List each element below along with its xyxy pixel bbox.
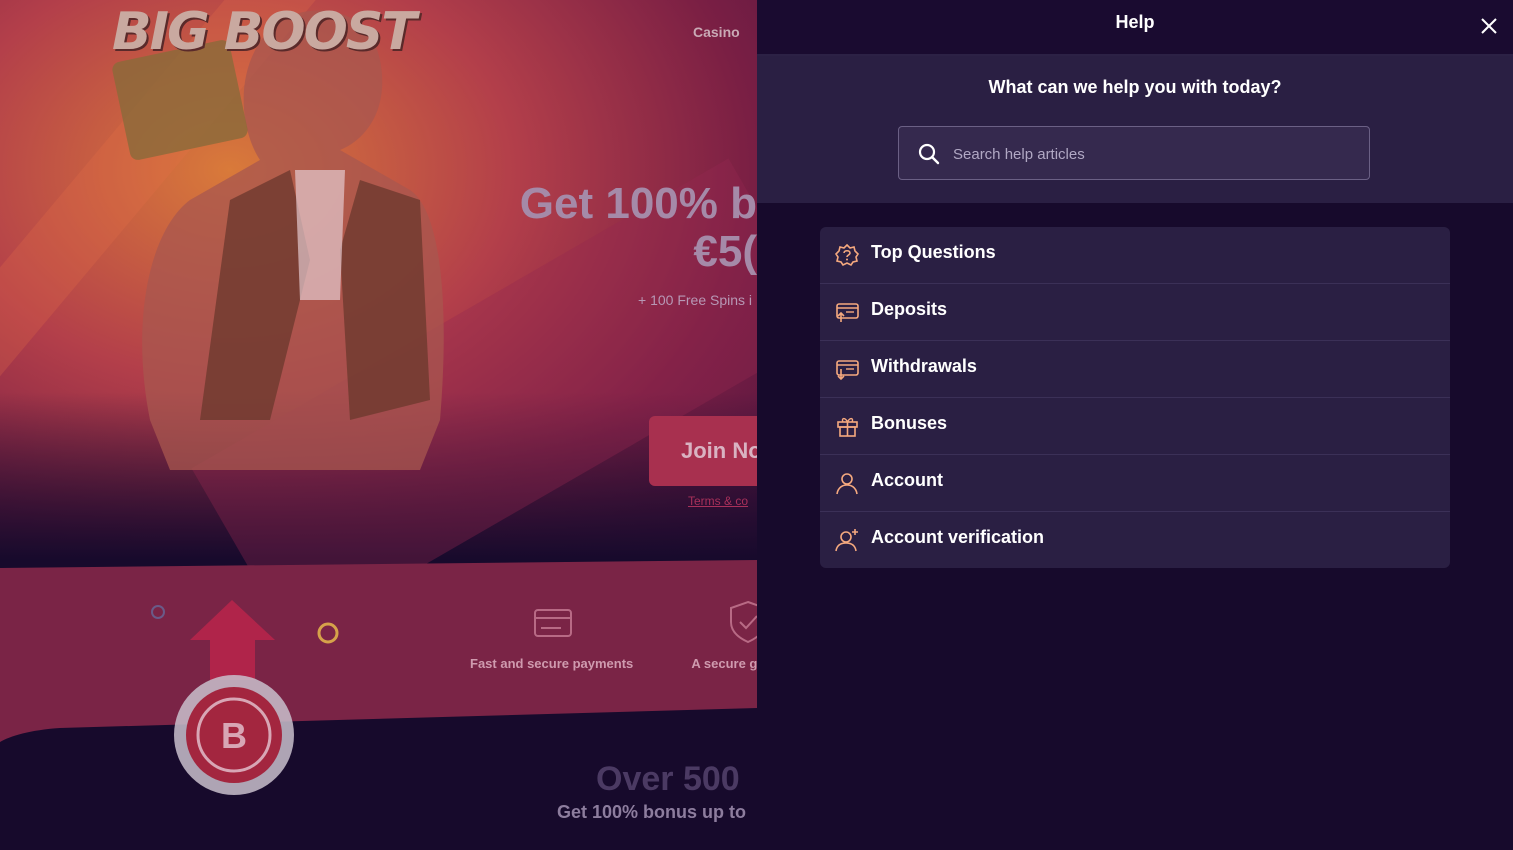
topic-label: Account — [871, 470, 943, 490]
hero-character-image — [112, 10, 444, 470]
help-search-section: What can we help you with today? — [757, 56, 1513, 203]
help-topics-list: Top Questions Deposits Withdrawals Bonus… — [820, 227, 1450, 568]
topic-label: Bonuses — [871, 413, 948, 433]
nav-casino-link[interactable]: Casino — [693, 24, 740, 40]
gift-icon — [837, 417, 858, 437]
help-title: Help — [1115, 12, 1155, 32]
bottom-subheading: Get 100% bonus up to — [557, 802, 747, 822]
topic-account-verification[interactable]: Account verification — [820, 512, 1450, 568]
brand-logo[interactable]: BIG BOOST — [112, 2, 417, 62]
topic-label: Top Questions — [871, 242, 996, 262]
bottom-heading: Over 500 — [596, 760, 740, 798]
close-icon[interactable] — [1479, 16, 1499, 36]
search-icon — [918, 143, 940, 165]
topic-bonuses[interactable]: Bonuses — [820, 398, 1450, 455]
svg-text:B: B — [221, 715, 247, 756]
topic-top-questions[interactable]: Top Questions — [820, 227, 1450, 284]
search-input[interactable] — [951, 127, 1355, 181]
search-heading: What can we help you with today? — [988, 77, 1282, 97]
join-now-button[interactable]: Join No — [649, 416, 757, 486]
terms-link[interactable]: Terms & co — [688, 494, 748, 508]
card-icon — [533, 609, 572, 637]
feature-secure: A secure ga — [683, 596, 757, 671]
feature-label: Fast and secure payments — [470, 656, 634, 671]
hero-title: Get 100% b €5( — [457, 180, 757, 276]
feature-payments: Fast and secure payments — [470, 596, 633, 671]
topic-account[interactable]: Account — [820, 455, 1450, 512]
topic-label: Deposits — [871, 299, 948, 319]
question-badge-icon — [834, 243, 860, 267]
background-page: BIG BOOST Casino Get 100% b €5( + 100 Fr… — [0, 0, 757, 850]
feature-label: A secure ga — [691, 656, 757, 671]
search-box[interactable] — [898, 126, 1370, 181]
hero-title-amount: €5( — [693, 227, 757, 276]
help-panel-header: Help — [757, 0, 1513, 56]
user-icon — [836, 473, 858, 495]
hero-subtitle: + 100 Free Spins i — [638, 292, 753, 308]
withdrawal-icon — [836, 360, 859, 381]
topic-deposits[interactable]: Deposits — [820, 284, 1450, 341]
deposit-icon — [836, 303, 859, 322]
casino-chip-illustration: B — [151, 600, 339, 795]
hero-title-line: Get 100% b — [519, 179, 757, 228]
help-panel: Help What can we help you with today? To… — [757, 0, 1513, 850]
user-verified-icon — [835, 529, 858, 552]
topic-label: Withdrawals — [871, 356, 977, 376]
topic-withdrawals[interactable]: Withdrawals — [820, 341, 1450, 398]
shield-icon — [730, 600, 757, 644]
topic-label: Account verification — [871, 527, 1045, 547]
hero-banner: BIG BOOST Casino Get 100% b €5( + 100 Fr… — [0, 0, 757, 642]
